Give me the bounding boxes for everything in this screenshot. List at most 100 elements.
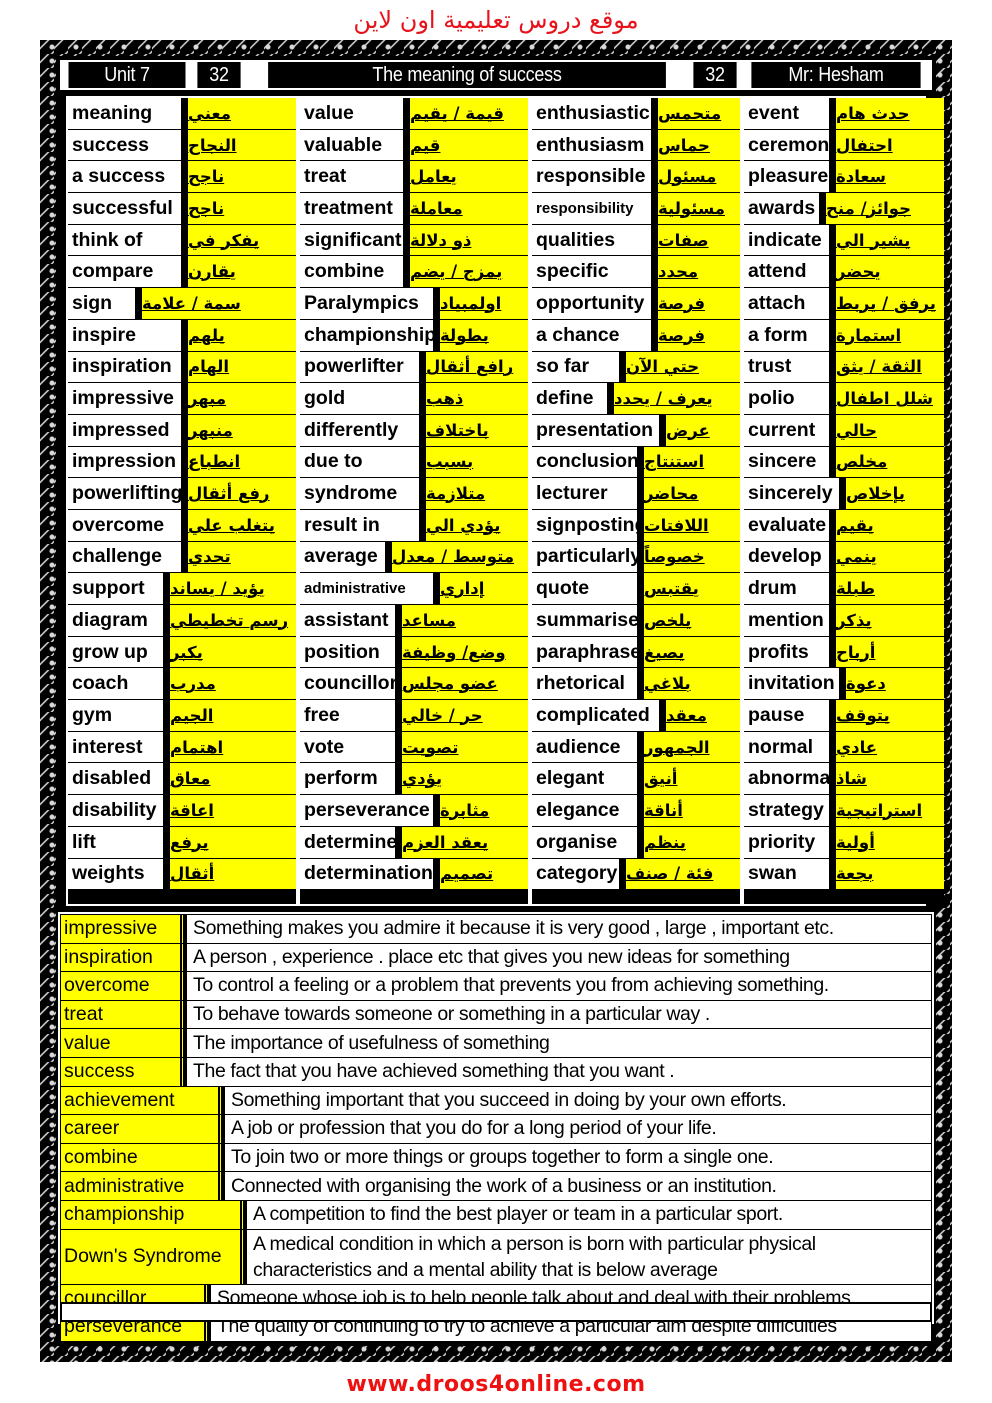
vocab-row: pleasure سعادة — [744, 161, 944, 194]
english-word: so far — [532, 351, 624, 383]
english-word: mention — [744, 605, 834, 636]
arabic-meaning: يقارن — [186, 256, 296, 288]
arabic-meaning: معاق — [168, 763, 296, 795]
vocab-row: awards جوائز/ منح — [744, 193, 944, 225]
vocab-row: pause يتوقف — [744, 700, 944, 732]
english-word: a success — [68, 161, 186, 193]
definition-row: inspiration A person , experience . place… — [60, 942, 932, 972]
english-word: specific — [532, 256, 656, 288]
english-word: position — [300, 636, 400, 668]
decorative-border-frame: Unit 7 32 The meaning of success 32 Mr: … — [40, 40, 952, 1362]
arabic-meaning: اولمبياد — [438, 288, 528, 319]
english-word: combine — [300, 256, 408, 288]
arabic-meaning: معني — [186, 98, 296, 129]
arabic-meaning: رفع أثقال — [186, 478, 296, 509]
vocab-row: polio شلل اطفال — [744, 383, 944, 415]
vocab-row: significant ذو دلالة — [300, 224, 528, 257]
vocab-row: impressed منبهر — [68, 414, 296, 447]
arabic-meaning: معاملة — [408, 193, 528, 224]
vocab-row: swan بجعة — [744, 858, 944, 891]
vocab-row: current حالي — [744, 414, 944, 447]
arabic-meaning: حر / خالي — [400, 700, 528, 731]
definition-row: achievement Something important that you … — [60, 1085, 932, 1115]
vocab-row: so far حتي الآن — [532, 351, 740, 384]
definition-term: administrative — [61, 1172, 223, 1200]
english-word: significant — [300, 224, 408, 256]
english-word: sincere — [744, 446, 834, 478]
vocab-row: councillor عضو مجلس — [300, 668, 528, 701]
arabic-meaning: أرباح — [834, 636, 944, 668]
vocab-row: rhetorical بلاغي — [532, 668, 740, 701]
english-word: coach — [68, 668, 168, 700]
vocab-column: event حدث هام ceremony احتفال pleasure سعادة a… — [744, 98, 944, 904]
english-word: ceremony — [744, 129, 834, 161]
arabic-meaning: يصيغ — [642, 636, 740, 668]
definition-term: championship — [61, 1200, 245, 1229]
english-word: support — [68, 573, 168, 604]
arabic-meaning: شاذ — [834, 763, 944, 795]
arabic-meaning: استراتيجية — [834, 795, 944, 826]
english-word: inspiration — [68, 351, 186, 383]
english-word: grow up — [68, 636, 168, 668]
definition-text: A medical condition in which a person is… — [245, 1229, 931, 1284]
english-word: sign — [68, 288, 140, 319]
english-word: perseverance — [300, 795, 438, 826]
english-word: develop — [744, 541, 834, 573]
english-word: event — [744, 98, 834, 129]
english-word: impression — [68, 446, 186, 478]
arabic-meaning: يعرف / يحدد — [612, 383, 740, 414]
english-word: interest — [68, 731, 168, 763]
english-word: pleasure — [744, 161, 834, 193]
vocabulary-table: meaning معني success النجاح a success ناجح suc… — [66, 96, 944, 906]
footer-website-link[interactable]: www.droos4online.com — [0, 1372, 992, 1397]
english-word: define — [532, 383, 612, 414]
english-word: quote — [532, 573, 642, 604]
vocab-row: valuable قيم — [300, 129, 528, 162]
vocab-row: indicate يشير الي — [744, 224, 944, 257]
arabic-meaning: يتوقف — [834, 700, 944, 731]
arabic-meaning: شلل اطفال — [834, 383, 944, 414]
arabic-meaning: جوائز/ منح — [824, 193, 944, 224]
english-word: inspire — [68, 319, 186, 351]
english-word: particularly — [532, 541, 642, 573]
vocab-row: result in يؤدي الي — [300, 509, 528, 542]
arabic-meaning: يفكر في — [186, 224, 296, 256]
vocab-row: elegant أنيق — [532, 763, 740, 796]
vocab-row: average متوسط / معدل — [300, 541, 528, 574]
english-word: powerlifting — [68, 478, 186, 509]
vocab-row: gym الجيم — [68, 700, 296, 732]
arabic-meaning: ينظم — [642, 826, 740, 858]
vocab-row: invitation دعوة — [744, 668, 944, 701]
definition-row: success The fact that you have achieved s… — [60, 1056, 932, 1086]
worksheet-body: Unit 7 32 The meaning of success 32 Mr: … — [56, 56, 944, 1346]
vocab-row: administrative إداري — [300, 573, 528, 605]
arabic-meaning: يلخص — [642, 605, 740, 636]
vocab-row: a chance فرصة — [532, 319, 740, 352]
definition-row: overcome To control a feeling or a proble… — [60, 971, 932, 1000]
definition-text: The fact that you have achieved somethin… — [185, 1057, 931, 1086]
definition-text: A person , experience . place etc that g… — [185, 943, 931, 972]
definition-row: career A job or profession that you do fo… — [60, 1114, 932, 1143]
definition-term: career — [61, 1115, 223, 1143]
vocab-row: powerlifter رافع أثقال — [300, 351, 528, 384]
arabic-meaning: يلهم — [186, 319, 296, 351]
english-word: profits — [744, 636, 834, 668]
arabic-meaning: قيمة / يقيم — [408, 98, 528, 129]
vocab-row: due to بسبب — [300, 446, 528, 479]
arabic-meaning: يذكر — [834, 605, 944, 636]
definition-text: A job or profession that you do for a lo… — [223, 1115, 931, 1143]
arabic-meaning: دعوة — [844, 668, 944, 700]
english-word: indicate — [744, 224, 834, 256]
vocab-row: evaluate يقيم — [744, 509, 944, 542]
vocab-row: qualities صفات — [532, 224, 740, 257]
arabic-meaning: ذهب — [424, 383, 528, 414]
arabic-meaning: بإخلاص — [844, 478, 944, 509]
vocab-row: priority أولية — [744, 826, 944, 859]
english-word: impressive — [68, 383, 186, 414]
vocab-row: opportunity فرصة — [532, 288, 740, 320]
arabic-meaning: باختلاف — [424, 414, 528, 446]
definition-term: success — [61, 1057, 185, 1086]
vocab-row: profits أرباح — [744, 636, 944, 669]
english-word: attend — [744, 256, 834, 288]
arabic-meaning: صفات — [656, 224, 740, 256]
